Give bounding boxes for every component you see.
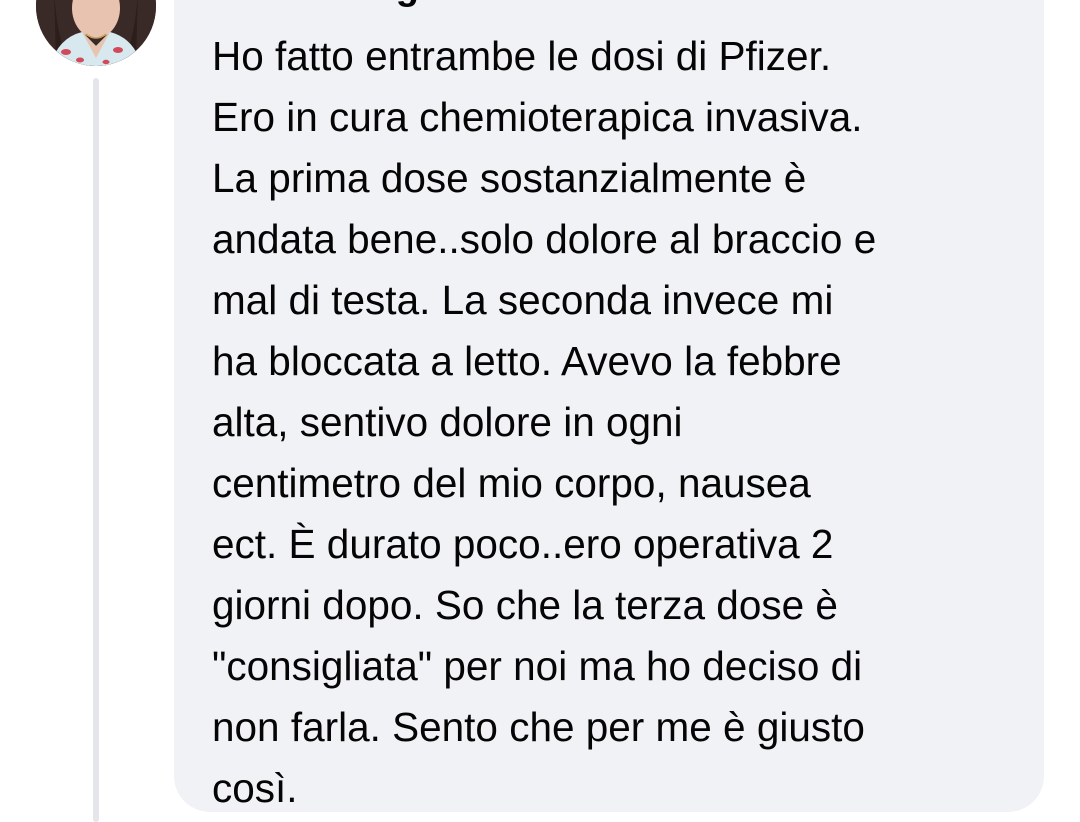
comment-author-name[interactable]: Marila Dragone: [212, 0, 487, 10]
thread-connector-line: [93, 78, 99, 822]
comment-bubble[interactable]: Marila Dragone Ho fatto entrambe le dosi…: [174, 0, 1044, 812]
profile-photo-icon: [36, 0, 156, 66]
avatar[interactable]: [36, 0, 156, 66]
comment-text: Ho fatto entrambe le dosi di Pfizer. Ero…: [212, 33, 877, 811]
comment-thread: Marila Dragone Ho fatto entrambe le dosi…: [0, 0, 1080, 822]
